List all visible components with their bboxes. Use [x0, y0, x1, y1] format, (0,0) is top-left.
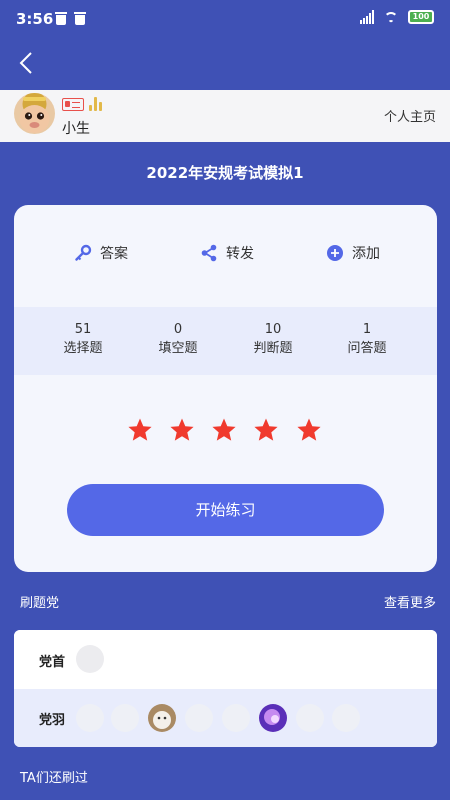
member-avatar[interactable]	[259, 704, 287, 732]
member-avatar[interactable]	[76, 704, 104, 732]
stat-label: 问答题	[347, 341, 387, 356]
signal-icon	[360, 10, 374, 24]
status-time: 3:56	[16, 10, 54, 28]
rank-bars-icon	[89, 96, 103, 111]
add-button[interactable]: 添加	[326, 243, 380, 263]
add-circle-icon	[327, 245, 343, 261]
share-icon	[201, 244, 217, 262]
answer-label: 答案	[100, 246, 128, 262]
star-icon	[254, 418, 278, 441]
member-avatar[interactable]	[148, 704, 176, 732]
stat-label: 选择题	[63, 341, 103, 356]
member-avatar[interactable]	[332, 704, 360, 732]
leader-label: 党首	[39, 655, 66, 670]
back-button[interactable]	[12, 48, 42, 78]
also-practiced-label: TA们还刷过	[20, 771, 88, 786]
wifi-icon	[382, 10, 400, 24]
exam-title: 2022年安规考试模拟1	[146, 164, 304, 182]
stat-essay: 1 问答题	[322, 321, 412, 359]
member-avatar[interactable]	[185, 704, 213, 732]
trash-icon	[55, 12, 67, 25]
member-avatar[interactable]	[76, 645, 104, 673]
stat-label: 填空题	[158, 341, 198, 356]
user-bar: 小生 个人主页	[0, 90, 450, 142]
stat-count: 1	[362, 322, 372, 337]
member-avatar[interactable]	[111, 704, 139, 732]
leader-row: 党首	[14, 630, 437, 689]
star-rating	[14, 417, 437, 445]
follower-row: 党羽	[14, 689, 437, 747]
id-card-icon	[62, 98, 84, 111]
answer-button[interactable]: 答案	[74, 243, 128, 263]
stat-true-false: 10 判断题	[228, 321, 318, 359]
battery-icon: 100	[408, 10, 434, 24]
share-button[interactable]: 转发	[200, 243, 254, 263]
stat-fill-blank: 0 填空题	[133, 321, 223, 359]
status-bar: 3:56 100	[0, 0, 450, 38]
star-icon	[128, 418, 152, 441]
stat-choice: 51 选择题	[38, 321, 128, 359]
battery-level: 100	[410, 12, 432, 22]
stat-label: 判断题	[253, 341, 293, 356]
username: 小生	[62, 121, 90, 137]
stat-count: 10	[264, 322, 282, 337]
start-practice-button[interactable]: 开始练习	[67, 484, 384, 536]
star-icon	[212, 418, 236, 441]
view-more-link[interactable]: 查看更多	[384, 592, 436, 611]
homepage-link[interactable]: 个人主页	[384, 106, 436, 125]
member-avatar[interactable]	[222, 704, 250, 732]
stat-count: 0	[173, 322, 183, 337]
trash-icon	[74, 12, 86, 25]
exam-card: 答案 转发 添加 51 选择题 0 填空题 10 判断题 1 问答题 开始练习	[14, 205, 437, 572]
star-icon	[297, 418, 321, 441]
key-icon	[75, 244, 92, 261]
member-avatar[interactable]	[296, 704, 324, 732]
follower-label: 党羽	[39, 713, 66, 728]
question-stats: 51 选择题 0 填空题 10 判断题 1 问答题	[14, 307, 437, 375]
avatar[interactable]	[14, 93, 55, 134]
action-row: 答案 转发 添加	[14, 243, 437, 267]
group-title: 刷题党	[20, 596, 60, 611]
back-arrow-icon	[19, 52, 32, 74]
member-list: 党首 党羽	[14, 630, 437, 747]
stat-count: 51	[74, 322, 92, 337]
add-label: 添加	[352, 246, 380, 262]
star-icon	[170, 418, 194, 441]
share-label: 转发	[226, 246, 254, 262]
